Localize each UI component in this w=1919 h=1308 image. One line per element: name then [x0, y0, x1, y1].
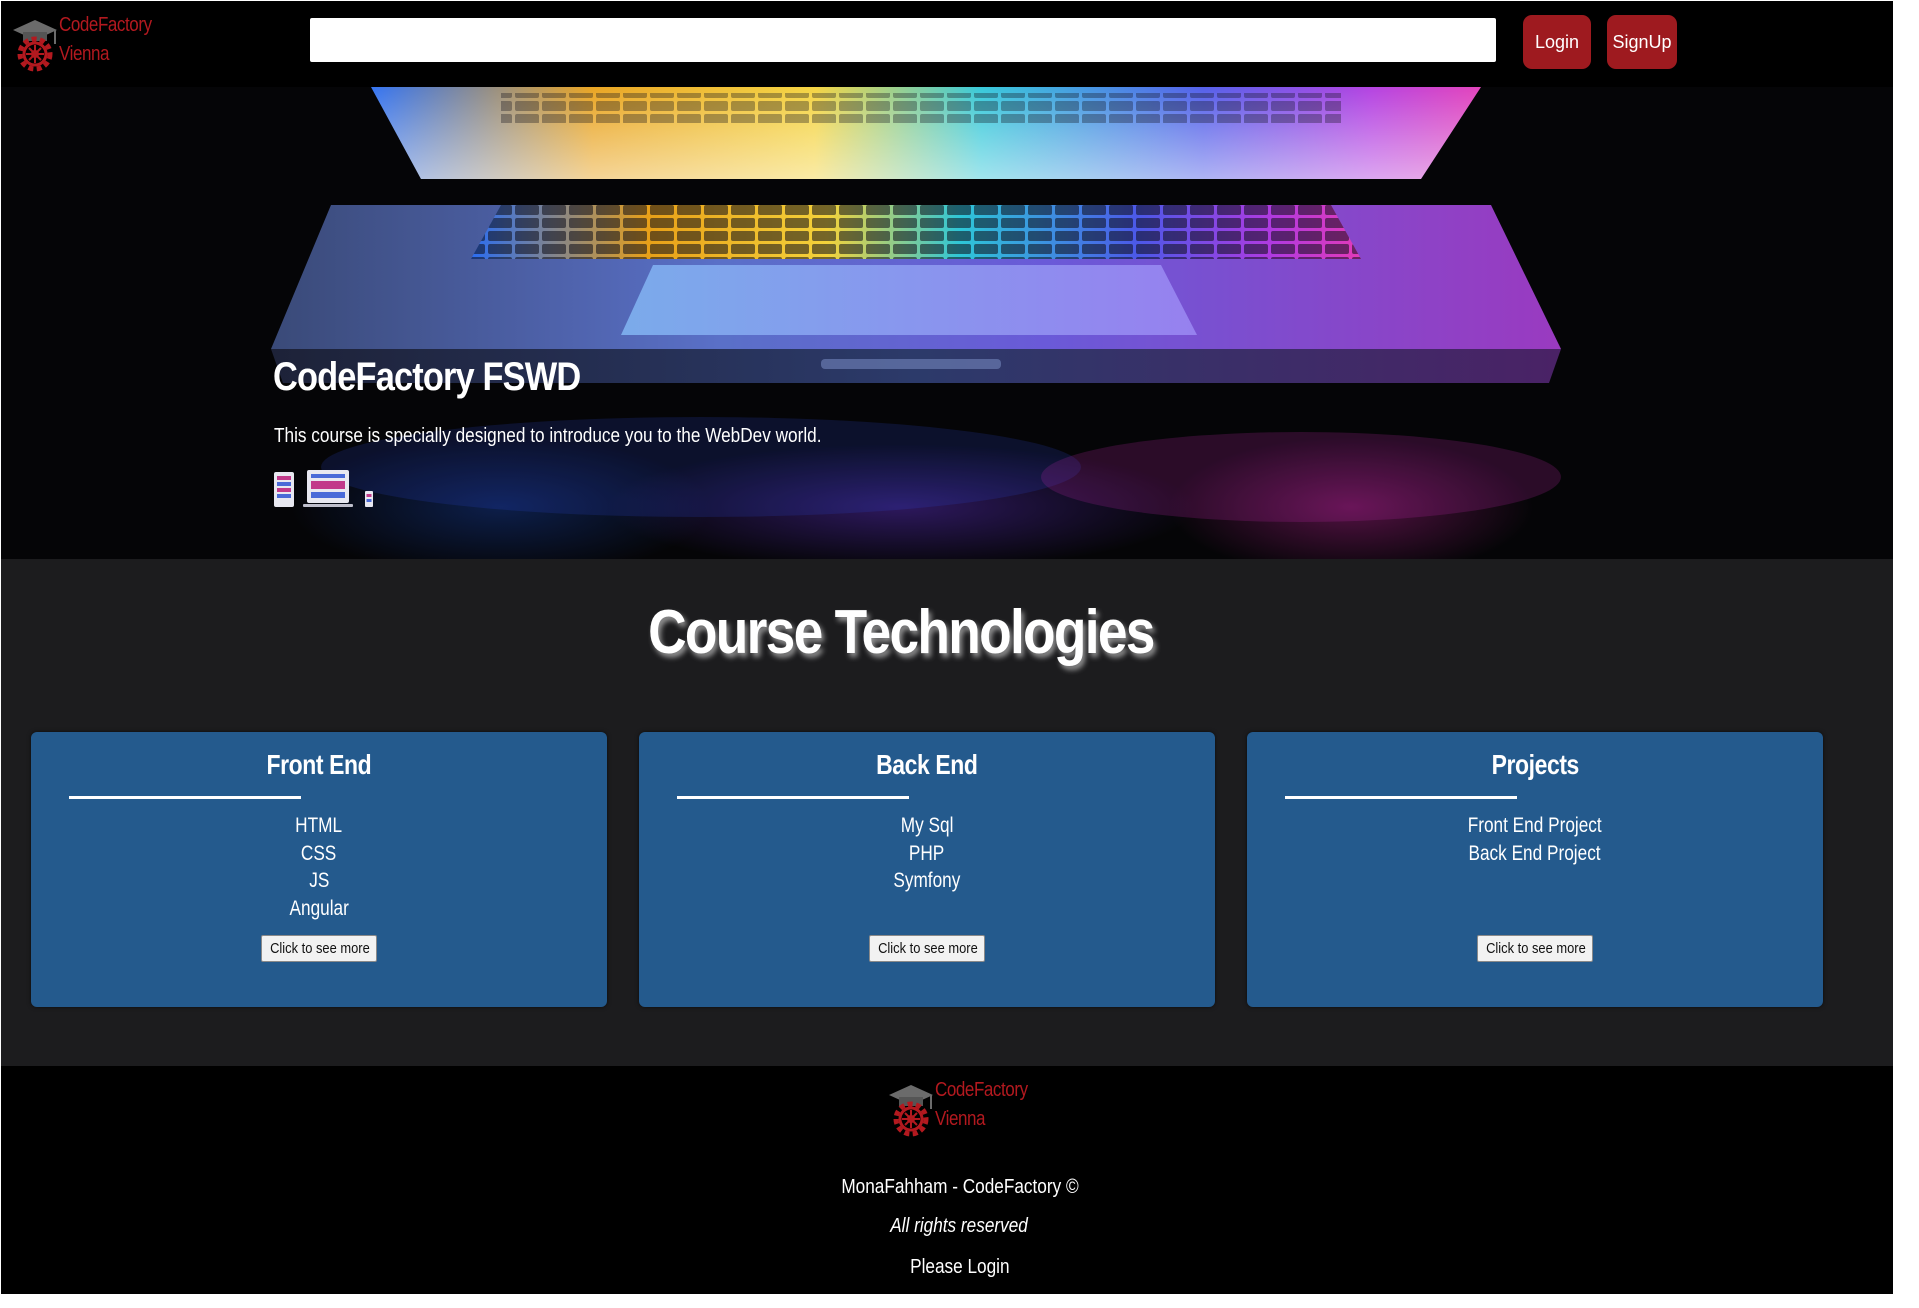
- page: CodeFactory Vienna Login SignUp CodeFact…: [1, 1, 1893, 1294]
- card-title: Back End: [876, 749, 978, 780]
- frontend-card: Front End HTML CSS JS Angular Click to s…: [31, 732, 607, 1007]
- footer-login-status: Please Login: [909, 1256, 1010, 1278]
- logo-text-line1: CodeFactory: [935, 1079, 1028, 1101]
- card-list: HTML CSS JS Angular: [31, 812, 607, 922]
- card-list: My Sql PHP Symfony: [639, 812, 1215, 895]
- card-title: Projects: [1491, 749, 1579, 780]
- login-button[interactable]: Login: [1523, 15, 1591, 69]
- logo-text-line2: Vienna: [935, 1108, 986, 1130]
- list-item: My Sql: [900, 814, 954, 837]
- header: CodeFactory Vienna Login SignUp: [1, 1, 1893, 87]
- hero-title: CodeFactory FSWD: [273, 355, 581, 399]
- list-item: Angular: [289, 896, 349, 920]
- list-item: CSS: [301, 841, 337, 865]
- graduation-cap-gear-icon: [13, 20, 57, 72]
- card-title: Front End: [266, 749, 372, 780]
- footer-rights: All rights reserved: [890, 1215, 1029, 1237]
- course-technologies-heading: Course Technologies: [648, 598, 1155, 667]
- list-item: Symfony: [893, 869, 961, 892]
- search-input[interactable]: [310, 18, 1496, 62]
- footer-copyright: MonaFahham - CodeFactory ©: [840, 1176, 1079, 1198]
- footer-logo[interactable]: CodeFactory Vienna: [887, 1073, 1047, 1149]
- hero-banner: CodeFactory FSWD This course is speciall…: [1, 87, 1893, 559]
- projects-see-more-button[interactable]: Click to see more: [1477, 935, 1593, 962]
- frontend-see-more-button[interactable]: Click to see more: [261, 935, 377, 962]
- hero-subtitle: This course is specially designed to int…: [274, 425, 822, 447]
- graduation-cap-gear-icon: [889, 1085, 933, 1137]
- responsive-devices-icon: [274, 470, 373, 507]
- card-divider: [69, 796, 301, 799]
- list-item: Back End Project: [1468, 841, 1602, 865]
- footer: CodeFactory Vienna MonaFahham - CodeFact…: [1, 1066, 1893, 1294]
- list-item: JS: [308, 869, 330, 892]
- header-logo[interactable]: CodeFactory Vienna: [11, 8, 171, 84]
- logo-text-line1: CodeFactory: [59, 14, 152, 36]
- list-item: Front End Project: [1468, 814, 1602, 837]
- projects-card: Projects Front End Project Back End Proj…: [1247, 732, 1823, 1007]
- logo-text-line2: Vienna: [59, 43, 110, 65]
- card-divider: [1285, 796, 1517, 799]
- card-divider: [677, 796, 909, 799]
- backend-see-more-button[interactable]: Click to see more: [869, 935, 985, 962]
- card-list: Front End Project Back End Project: [1247, 812, 1823, 867]
- list-item: PHP: [909, 841, 945, 865]
- backend-card: Back End My Sql PHP Symfony Click to see…: [639, 732, 1215, 1007]
- signup-button[interactable]: SignUp: [1607, 15, 1677, 69]
- list-item: HTML: [295, 814, 343, 837]
